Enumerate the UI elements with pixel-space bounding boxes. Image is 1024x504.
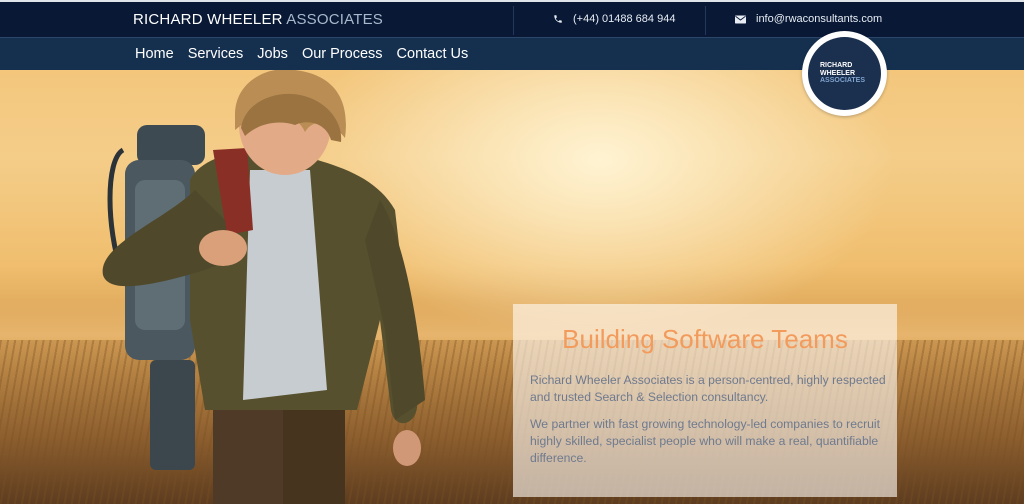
brand-primary: RICHARD WHEELER (133, 11, 283, 28)
logo-line-2: WHEELER (820, 69, 855, 77)
top-divider (513, 6, 514, 35)
hero-paragraph-intro: Richard Wheeler Associates is a person-c… (530, 373, 886, 404)
phone-icon (553, 14, 563, 24)
logo-emblem: RICHARD WHEELER ASSOCIATES (808, 37, 881, 110)
nav-jobs[interactable]: Jobs (257, 46, 288, 62)
logo-line-1: RICHARD (820, 62, 853, 70)
nav-home[interactable]: Home (135, 46, 174, 62)
phone-number: (+44) 01488 684 944 (573, 13, 676, 25)
nav-contact-us[interactable]: Contact Us (397, 46, 469, 62)
email-address: info@rwaconsultants.com (756, 13, 883, 25)
top-divider (705, 6, 706, 35)
brand-accent: ASSOCIATES (286, 11, 383, 28)
top-bar: RICHARD WHEELER ASSOCIATES (+44) 01488 6… (0, 0, 1024, 37)
envelope-icon (735, 15, 746, 24)
nav-services[interactable]: Services (188, 46, 244, 62)
logo-line-3: ASSOCIATES (820, 77, 865, 85)
main-nav: Home Services Jobs Our Process Contact U… (135, 46, 468, 62)
company-logo-badge[interactable]: RICHARD WHEELER ASSOCIATES (802, 31, 887, 116)
hero-paragraph-partner: We partner with fast growing technology-… (530, 417, 880, 465)
brand-wordmark[interactable]: RICHARD WHEELER ASSOCIATES (133, 11, 383, 28)
phone-contact[interactable]: (+44) 01488 684 944 (553, 13, 675, 25)
hero-banner: Building Software Teams Richard Wheeler … (0, 70, 1024, 504)
hero-title: Building Software Teams (562, 324, 848, 354)
nav-our-process[interactable]: Our Process (302, 46, 383, 62)
email-contact[interactable]: info@rwaconsultants.com (735, 13, 882, 25)
hero-boy-illustration (102, 70, 425, 504)
hero-text-card: Building Software Teams Richard Wheeler … (513, 304, 897, 497)
